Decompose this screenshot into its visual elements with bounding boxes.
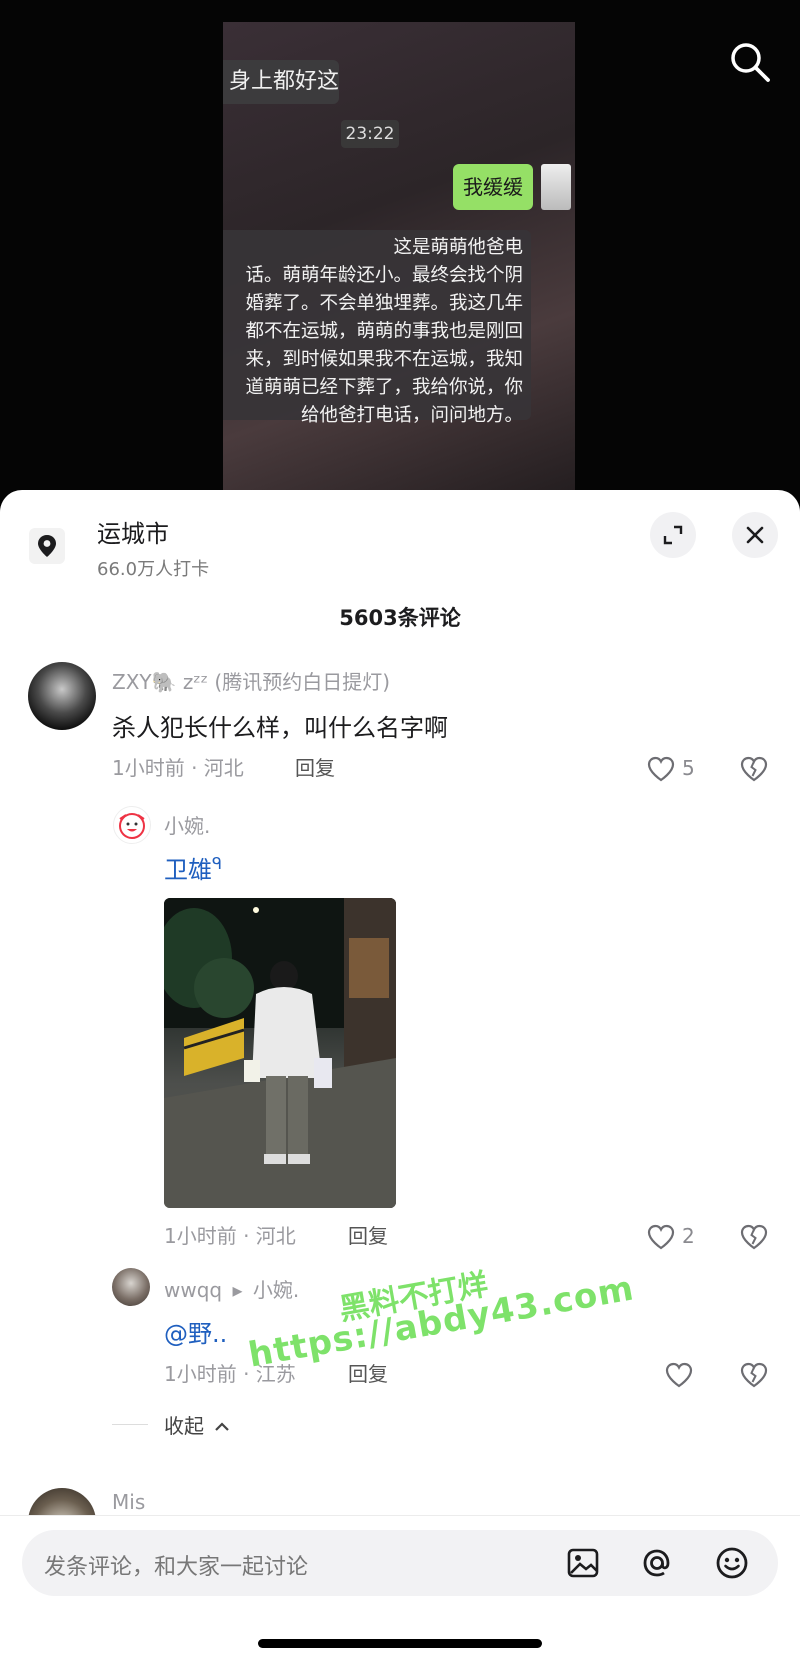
chevron-up-icon bbox=[215, 1422, 230, 1431]
chat-line: 来，到时候如果我不在运城，我知 bbox=[245, 349, 523, 370]
comment-username[interactable]: Mis bbox=[112, 1490, 145, 1514]
video-player[interactable]: 身上都好这 23:22 我缓缓 这是萌萌他爸电 话。萌萌年龄还小。最终会找个阴 … bbox=[0, 0, 800, 500]
comment-input[interactable]: 发条评论，和大家一起讨论 bbox=[22, 1530, 778, 1596]
chat-line: 给他爸打电话，问问地方。 bbox=[300, 405, 523, 426]
chat-line: 话。萌萌年龄还小。最终会找个阴 bbox=[245, 265, 523, 286]
avatar[interactable] bbox=[112, 1268, 150, 1306]
comment-username[interactable]: ZXY🐘 zᶻᶻ bbox=[112, 670, 208, 694]
comment-user-tag: (腾讯预约白日提灯) bbox=[214, 670, 390, 694]
search-icon[interactable] bbox=[728, 40, 772, 84]
comment-sheet: 运城市 66.0万人打卡 5603条评论 ZXY🐘 zᶻᶻ (腾讯预约白日提灯)… bbox=[0, 490, 800, 1670]
reply-to-username[interactable]: 小婉. bbox=[253, 1278, 299, 1302]
chat-avatar bbox=[541, 164, 571, 210]
comment-input-placeholder: 发条评论，和大家一起讨论 bbox=[44, 1555, 309, 1580]
comment-meta: 1小时前 · 河北 bbox=[112, 756, 244, 780]
cartoon-avatar-icon bbox=[119, 813, 145, 839]
chat-bubble-green: 我缓缓 bbox=[453, 164, 533, 210]
comment-text: 杀人犯长什么样，叫什么名字啊 bbox=[112, 714, 448, 742]
like-count: 2 bbox=[682, 1224, 695, 1248]
chat-bubble-top: 身上都好这 bbox=[223, 60, 339, 104]
broken-heart-icon[interactable] bbox=[739, 1360, 769, 1390]
collapse-label: 收起 bbox=[164, 1414, 204, 1438]
reply-username[interactable]: wwqq bbox=[164, 1278, 222, 1302]
collapse-button[interactable]: 收起 bbox=[164, 1410, 230, 1439]
reply-text[interactable]: @野.. bbox=[164, 1314, 227, 1349]
broken-heart-icon[interactable] bbox=[739, 754, 769, 784]
reply-image[interactable] bbox=[164, 898, 396, 1208]
expand-icon bbox=[663, 525, 683, 545]
avatar[interactable] bbox=[113, 806, 151, 844]
close-icon bbox=[746, 526, 764, 544]
home-indicator bbox=[258, 1639, 542, 1648]
reply-button[interactable]: 回复 bbox=[348, 1358, 388, 1387]
chat-line: 都不在运城，萌萌的事我也是刚回 bbox=[245, 321, 523, 342]
reply-button[interactable]: 回复 bbox=[295, 752, 335, 781]
comment-count: 5603条评论 bbox=[339, 606, 461, 630]
like-count: 5 bbox=[682, 756, 695, 780]
collapse-divider bbox=[112, 1424, 148, 1425]
heart-icon[interactable] bbox=[664, 1360, 694, 1390]
chat-timestamp: 23:22 bbox=[341, 120, 399, 148]
avatar[interactable] bbox=[28, 662, 96, 730]
chat-line: 这是萌萌他爸电 bbox=[393, 237, 523, 258]
heart-icon[interactable] bbox=[646, 754, 676, 784]
heart-icon[interactable] bbox=[646, 1222, 676, 1252]
reply-arrow-icon: ▸ bbox=[232, 1278, 243, 1302]
location-pin-icon bbox=[29, 528, 65, 564]
close-button[interactable] bbox=[732, 512, 778, 558]
video-frame: 身上都好这 23:22 我缓缓 这是萌萌他爸电 话。萌萌年龄还小。最终会找个阴 … bbox=[223, 22, 575, 492]
chat-line: 道萌萌已经下葬了，我给你说，你 bbox=[245, 377, 523, 398]
expand-button[interactable] bbox=[650, 512, 696, 558]
search-link-text[interactable]: 卫雄 bbox=[164, 856, 212, 884]
search-small-icon[interactable]: ᑫ bbox=[212, 854, 222, 873]
image-icon[interactable] bbox=[566, 1546, 600, 1580]
photo-scene bbox=[164, 898, 396, 1208]
reply-button[interactable]: 回复 bbox=[348, 1220, 388, 1249]
reply-meta: 1小时前 · 河北 bbox=[164, 1224, 296, 1248]
location-header[interactable]: 运城市 66.0万人打卡 bbox=[0, 490, 800, 590]
broken-heart-icon[interactable] bbox=[739, 1222, 769, 1252]
at-mention-icon[interactable] bbox=[639, 1545, 675, 1581]
reply-username[interactable]: 小婉. bbox=[164, 810, 210, 839]
location-title: 运城市 bbox=[97, 520, 169, 548]
chat-bubble-long: 这是萌萌他爸电 话。萌萌年龄还小。最终会找个阴 婚葬了。不会单独埋葬。我这几年 … bbox=[223, 230, 531, 426]
emoji-icon[interactable] bbox=[714, 1545, 750, 1581]
chat-line: 婚葬了。不会单独埋葬。我这几年 bbox=[245, 293, 523, 314]
location-subtitle: 66.0万人打卡 bbox=[97, 559, 210, 580]
